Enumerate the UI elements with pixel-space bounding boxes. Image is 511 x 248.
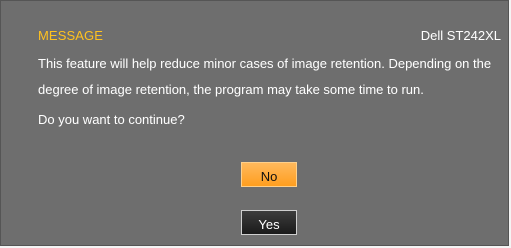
no-button[interactable]: No (241, 162, 297, 187)
dialog-title: MESSAGE (38, 28, 103, 43)
yes-button[interactable]: Yes (241, 210, 297, 235)
message-line-2: degree of image retention, the program m… (38, 82, 424, 97)
message-line-1: This feature will help reduce minor case… (38, 56, 492, 71)
confirmation-prompt: Do you want to continue? (38, 112, 185, 127)
monitor-osd-message-dialog: MESSAGE Dell ST242XL This feature will h… (0, 0, 509, 246)
dialog-header: MESSAGE Dell ST242XL (38, 28, 501, 46)
monitor-model-label: Dell ST242XL (420, 28, 501, 43)
dialog-message: This feature will help reduce minor case… (38, 51, 508, 103)
